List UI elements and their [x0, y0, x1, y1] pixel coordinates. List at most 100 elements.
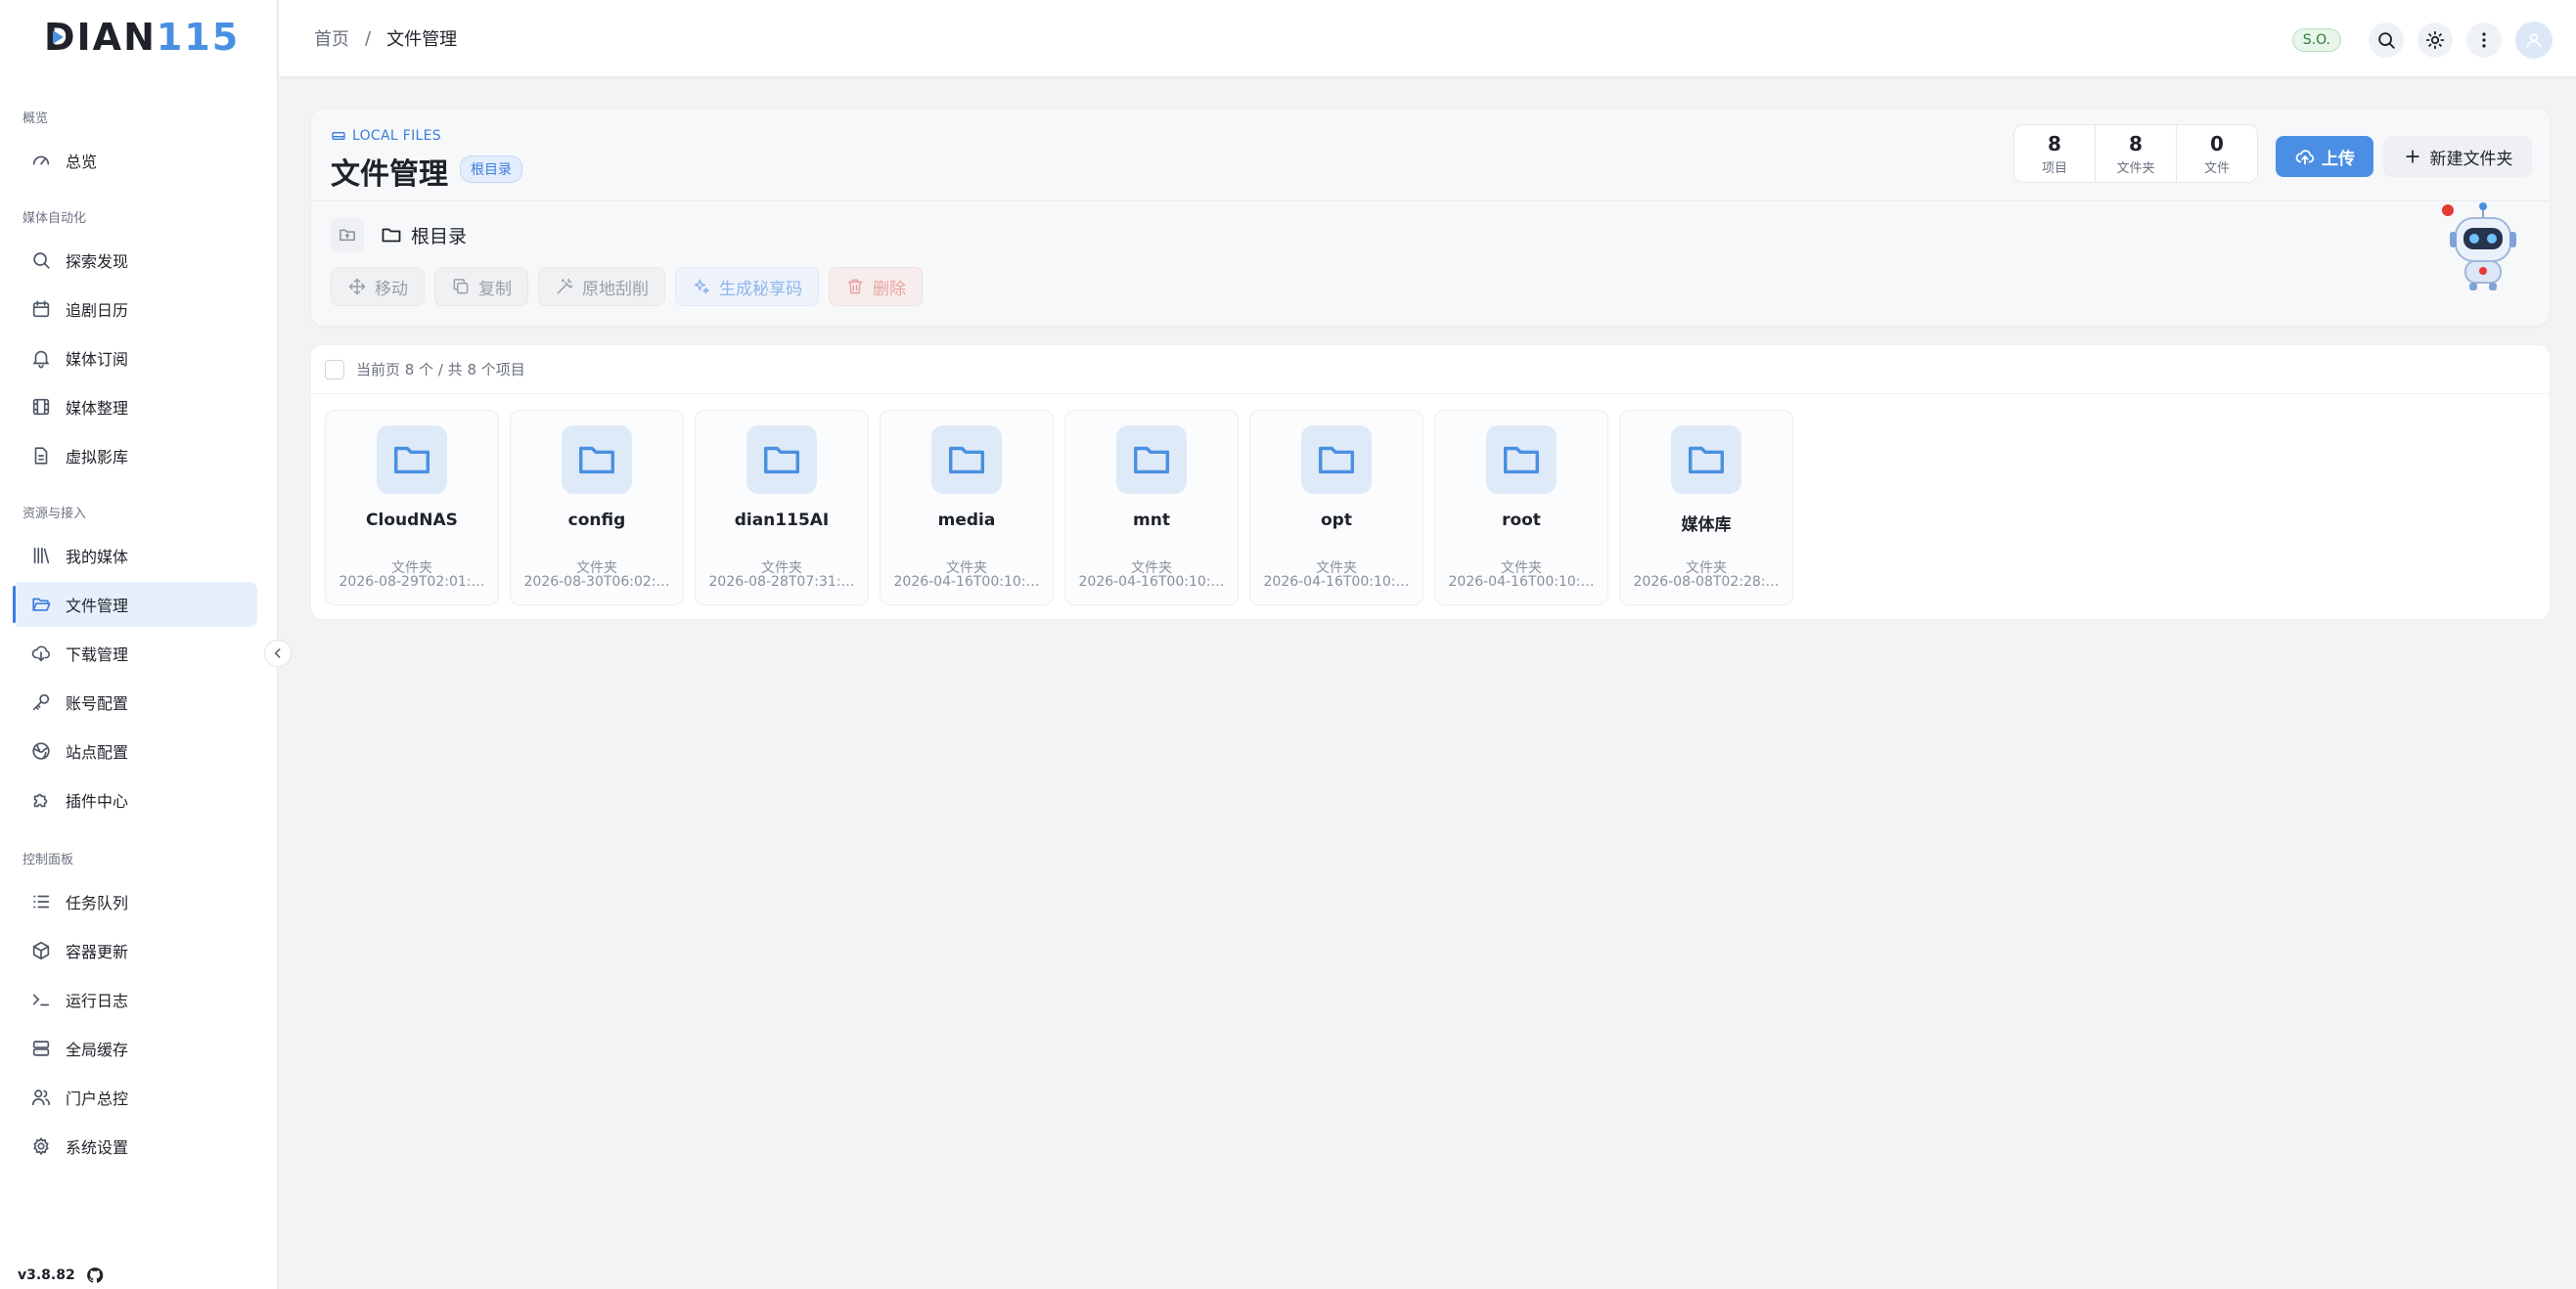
delete-button[interactable]: 删除	[829, 267, 923, 306]
sidebar-item-label: 追剧日历	[66, 301, 129, 320]
folder-modified-time: 2026-08-28T07:31:…	[708, 574, 855, 590]
folder-tile[interactable]: mnt 文件夹 2026-04-16T00:10:…	[1064, 410, 1239, 605]
folder-tile[interactable]: config 文件夹 2026-08-30T06:02:…	[510, 410, 684, 605]
folder-tile[interactable]: CloudNAS 文件夹 2026-08-29T02:01:…	[325, 410, 499, 605]
version-info: v3.8.82	[18, 1266, 105, 1285]
scrape-label: 原地刮削	[582, 279, 649, 299]
upload-button[interactable]: 上传	[2276, 136, 2373, 177]
folder-icon	[763, 446, 800, 474]
breadcrumb-current: 文件管理	[386, 29, 458, 50]
sidebar-item-calendar[interactable]: 追剧日历	[13, 287, 257, 332]
current-path[interactable]: 根目录	[411, 222, 467, 248]
folder-icon-wrap	[931, 425, 1002, 494]
nav-section-media-automation: 媒体自动化	[23, 211, 87, 226]
stat-label: 文件	[2203, 160, 2230, 176]
folder-tile[interactable]: 媒体库 文件夹 2026-08-08T02:28:…	[1619, 410, 1793, 605]
search-button[interactable]	[2369, 22, 2404, 58]
sidebar-item-portal[interactable]: 门户总控	[13, 1075, 257, 1120]
divider	[311, 200, 2550, 201]
sidebar-item-accounts[interactable]: 账号配置	[13, 680, 257, 725]
folder-tile[interactable]: opt 文件夹 2026-04-16T00:10:…	[1249, 410, 1424, 605]
logo-number: 115	[156, 16, 241, 59]
stat-folders: 8 文件夹	[2096, 125, 2177, 182]
breadcrumb: 首页 / 文件管理	[314, 25, 457, 51]
sidebar: D IAN 115 概览 总览 媒体自动化 探索发现 追剧日历 媒体订阅 媒体整…	[0, 0, 278, 1289]
sidebar-item-label: 容器更新	[66, 943, 129, 961]
move-button[interactable]: 移动	[331, 267, 425, 306]
sidebar-item-label: 探索发现	[66, 252, 129, 271]
sidebar-item-label: 系统设置	[66, 1138, 129, 1157]
file-icon	[34, 447, 48, 465]
folder-tile[interactable]: media 文件夹 2026-04-16T00:10:…	[880, 410, 1054, 605]
copy-button[interactable]: 复制	[434, 267, 528, 306]
sidebar-item-label: 我的媒体	[66, 548, 129, 566]
new-folder-button[interactable]: 新建文件夹	[2383, 136, 2532, 177]
github-icon[interactable]	[85, 1266, 105, 1285]
sidebar-item-sites[interactable]: 站点配置	[13, 729, 257, 774]
sidebar-item-settings[interactable]: 系统设置	[13, 1124, 257, 1169]
folder-tile[interactable]: root 文件夹 2026-04-16T00:10:…	[1434, 410, 1608, 605]
stat-label: 项目	[2041, 160, 2067, 176]
sidebar-item-plugins[interactable]: 插件中心	[13, 778, 257, 822]
sidebar-item-subscriptions[interactable]: 媒体订阅	[13, 335, 257, 380]
folder-name: 媒体库	[1681, 515, 1732, 535]
stat-items: 8 项目	[2014, 125, 2096, 182]
sidebar-item-logs[interactable]: 运行日志	[13, 977, 257, 1022]
folder-name: media	[937, 511, 996, 530]
sidebar-item-discover[interactable]: 探索发现	[13, 238, 257, 283]
gear-icon	[33, 1136, 49, 1156]
collapse-sidebar-button[interactable]	[264, 640, 292, 667]
file-list-header: 当前页 8 个 / 共 8 个项目	[311, 345, 2550, 394]
sidebar-item-label: 全局缓存	[66, 1041, 129, 1059]
parent-directory-button[interactable]	[331, 218, 364, 251]
more-vertical-icon	[2482, 32, 2486, 48]
sidebar-item-cache[interactable]: 全局缓存	[13, 1026, 257, 1071]
play-icon	[53, 30, 64, 44]
avatar[interactable]	[2515, 22, 2553, 59]
more-menu-button[interactable]	[2466, 22, 2502, 58]
sidebar-item-container-update[interactable]: 容器更新	[13, 928, 257, 973]
sidebar-item-file-manager[interactable]: 文件管理	[13, 582, 257, 627]
folder-tile[interactable]: dian115AI 文件夹 2026-08-28T07:31:…	[695, 410, 869, 605]
robot-assistant-icon[interactable]	[2434, 199, 2532, 296]
film-icon	[32, 398, 50, 416]
cloud-download-icon	[31, 645, 51, 662]
sidebar-item-label: 下载管理	[66, 645, 129, 664]
app-logo[interactable]: D IAN 115	[44, 16, 241, 59]
folder-name: CloudNAS	[366, 511, 458, 530]
logo-letters: IAN	[76, 16, 157, 59]
generate-share-code-button[interactable]: 生成秘享码	[675, 267, 819, 306]
folder-icon-wrap	[562, 425, 632, 494]
hard-drive-icon	[332, 132, 345, 140]
sidebar-item-my-media[interactable]: 我的媒体	[13, 533, 257, 578]
root-directory-badge: 根目录	[460, 156, 522, 183]
trash-icon	[847, 279, 863, 294]
sidebar-item-virtual-library[interactable]: 虚拟影库	[13, 433, 257, 478]
globe-icon	[32, 742, 50, 760]
status-badge[interactable]: S.O.	[2291, 28, 2341, 52]
page-summary: 当前页 8 个 / 共 8 个项目	[356, 361, 525, 378]
folder-icon	[1133, 446, 1170, 474]
folder-name: opt	[1321, 511, 1352, 530]
folder-name: config	[567, 511, 626, 530]
folder-modified-time: 2026-08-30T06:02:…	[523, 574, 670, 590]
theme-toggle-button[interactable]	[2418, 22, 2453, 58]
share-code-label: 生成秘享码	[719, 279, 802, 299]
breadcrumb-home[interactable]: 首页	[314, 25, 349, 51]
scrape-in-place-button[interactable]: 原地刮削	[538, 267, 665, 306]
file-manager-header-card: LOCAL FILES 文件管理 根目录 8 项目 8 文件夹 0 文件 上传 …	[310, 108, 2551, 327]
nav-section-overview: 概览	[23, 111, 49, 126]
stat-value: 8	[2048, 131, 2061, 156]
sidebar-item-downloads[interactable]: 下载管理	[13, 631, 257, 676]
sidebar-item-overview[interactable]: 总览	[13, 138, 257, 183]
sidebar-item-organize[interactable]: 媒体整理	[13, 384, 257, 429]
upload-label: 上传	[2322, 149, 2355, 169]
folder-icon-wrap	[1301, 425, 1372, 494]
sidebar-item-task-queue[interactable]: 任务队列	[13, 879, 257, 924]
folder-icon	[393, 446, 430, 474]
folder-icon-wrap	[377, 425, 447, 494]
select-all-checkbox[interactable]	[325, 359, 344, 379]
library-icon	[33, 547, 50, 564]
sidebar-item-label: 任务队列	[66, 894, 129, 912]
new-folder-label: 新建文件夹	[2429, 149, 2513, 169]
